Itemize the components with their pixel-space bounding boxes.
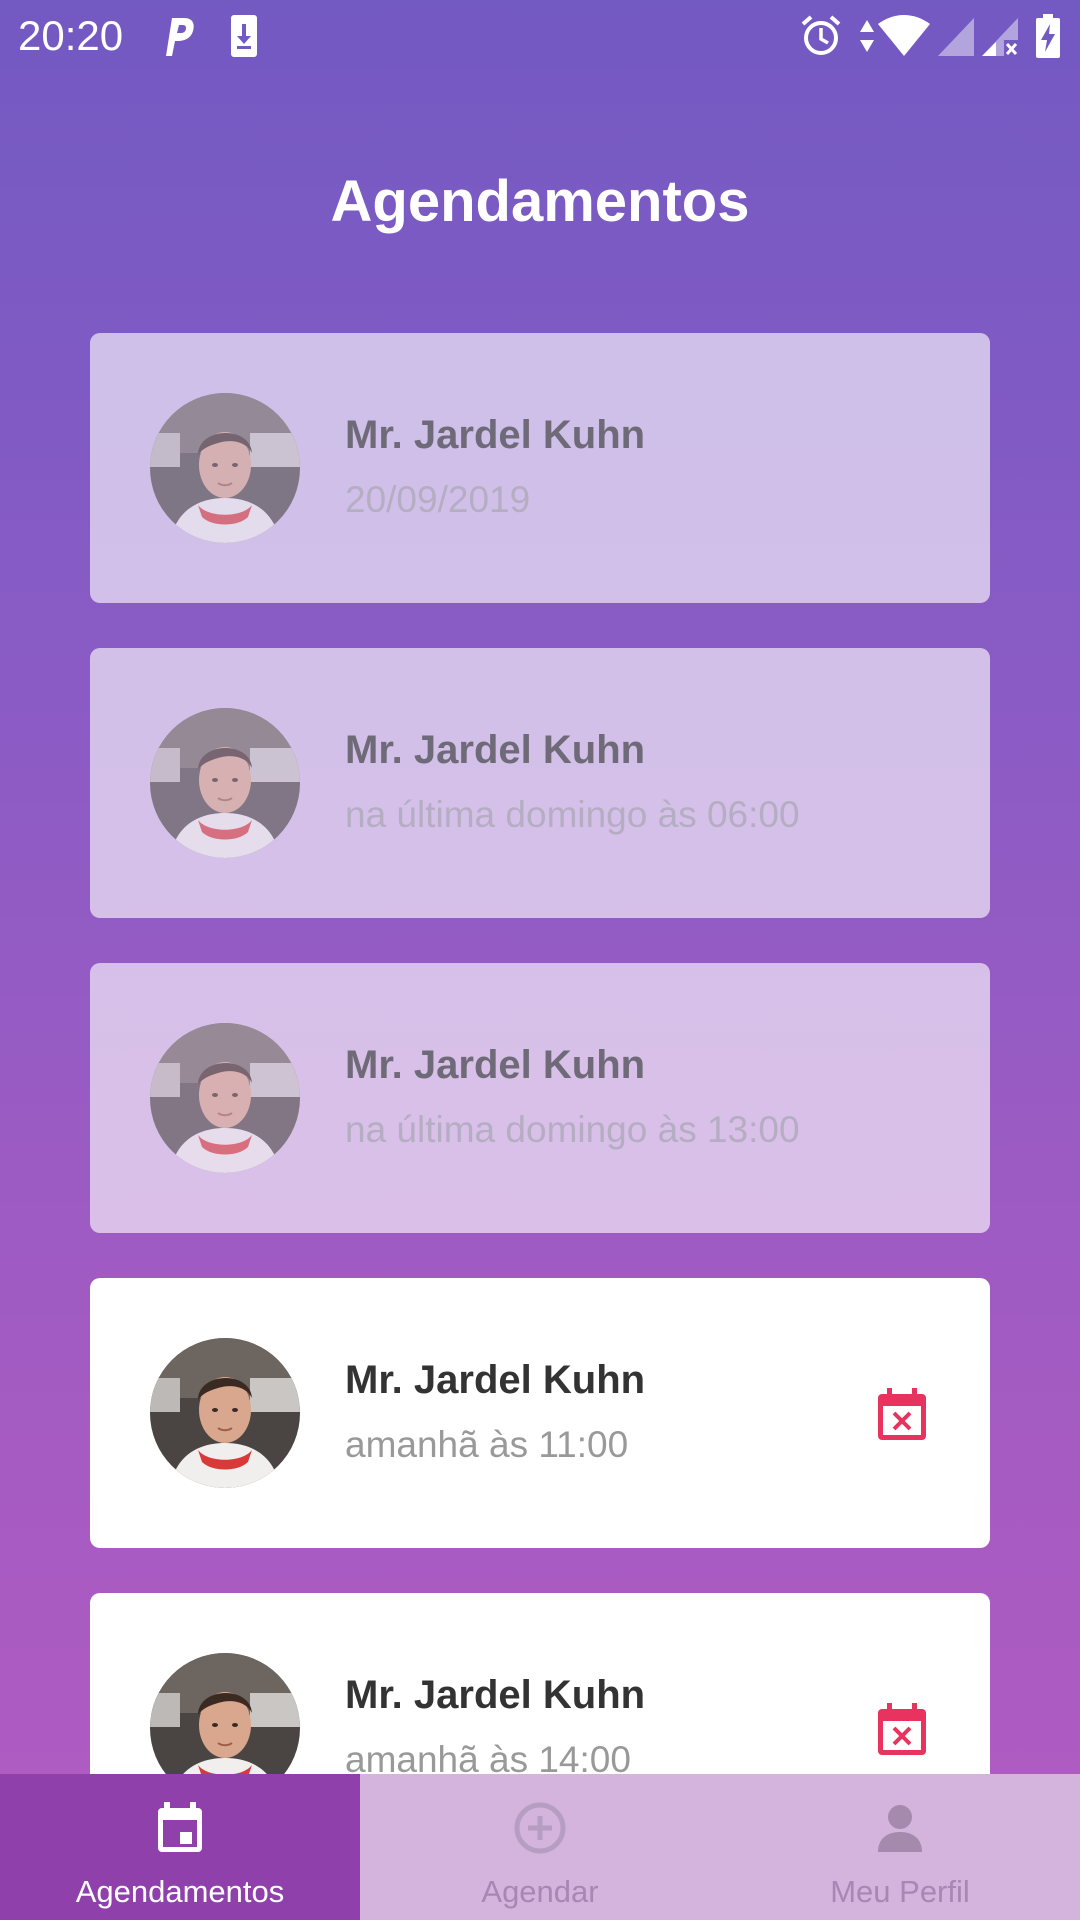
bottom-tab-bar: Agendamentos Agendar Meu Perfil xyxy=(0,1774,1080,1920)
person-icon xyxy=(878,1805,922,1852)
appointment-card[interactable]: Mr. Jardel Kuhn 20/09/2019 xyxy=(90,333,990,603)
provider-name: Mr. Jardel Kuhn xyxy=(345,1673,646,1717)
cancel-appointment-button[interactable] xyxy=(874,1701,930,1757)
appointment-card[interactable]: Mr. Jardel Kuhn na última domingo às 13:0… xyxy=(90,963,990,1233)
avatar xyxy=(150,1023,300,1173)
calendar-icon xyxy=(158,1802,202,1852)
signal-x-icon xyxy=(982,18,1018,56)
provider-name: Mr. Jardel Kuhn xyxy=(345,413,646,457)
avatar xyxy=(150,1338,300,1488)
parking-icon xyxy=(166,18,194,56)
appointment-card[interactable]: Mr. Jardel Kuhn na última domingo às 06:0… xyxy=(90,648,990,918)
appointment-time: 20/09/2019 xyxy=(345,479,531,520)
wifi-icon xyxy=(878,15,930,56)
tab-agendamentos[interactable]: Agendamentos xyxy=(0,1774,360,1920)
download-icon xyxy=(231,15,257,57)
provider-name: Mr. Jardel Kuhn xyxy=(345,1043,646,1087)
tab-label: Agendamentos xyxy=(75,1874,285,1909)
appointment-time: na última domingo às 13:00 xyxy=(345,1109,800,1150)
add-circle-icon xyxy=(514,1802,566,1854)
tab-label: Meu Perfil xyxy=(830,1874,970,1909)
appointment-time: na última domingo às 06:00 xyxy=(345,794,800,835)
calendar-cancel-icon xyxy=(878,1703,926,1755)
battery-charging-icon xyxy=(1036,14,1060,58)
alarm-icon xyxy=(801,15,841,55)
avatar xyxy=(150,393,300,543)
provider-name: Mr. Jardel Kuhn xyxy=(345,728,646,772)
tab-meu-perfil[interactable]: Meu Perfil xyxy=(720,1774,1080,1920)
data-arrows-icon xyxy=(860,20,874,52)
tab-label: Agendar xyxy=(481,1874,599,1909)
status-time: 20:20 xyxy=(18,12,124,59)
signal-icon xyxy=(938,18,974,56)
appointment-card[interactable]: Mr. Jardel Kuhn amanhã às 11:00 xyxy=(90,1278,990,1548)
avatar xyxy=(150,708,300,858)
status-bar: 20:20 xyxy=(0,0,1080,76)
provider-name: Mr. Jardel Kuhn xyxy=(345,1358,646,1402)
cancel-appointment-button[interactable] xyxy=(874,1386,930,1442)
tab-agendar[interactable]: Agendar xyxy=(360,1774,720,1920)
calendar-cancel-icon xyxy=(878,1388,926,1440)
page-title: Agendamentos xyxy=(330,169,750,234)
appointment-time: amanhã às 11:00 xyxy=(345,1424,629,1465)
